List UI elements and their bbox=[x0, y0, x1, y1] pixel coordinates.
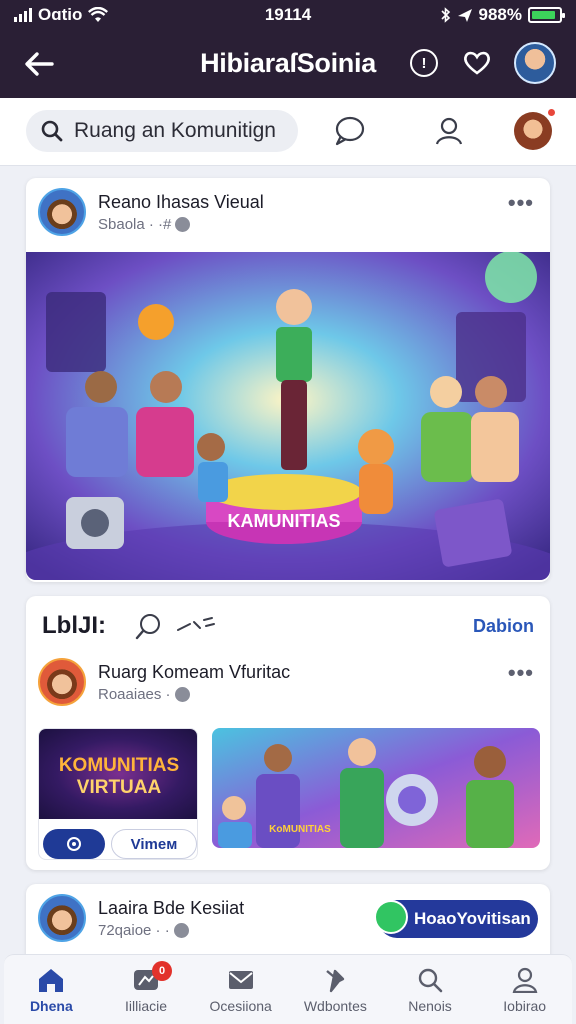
bottom-nav: Dhena 0 Iilliacie Ocesiiona Wdbontes Nen… bbox=[4, 954, 572, 1024]
post-author-name[interactable]: Ruarg Komeam Vfuritac bbox=[98, 662, 290, 683]
nav-notifications[interactable]: 0 Iilliacie bbox=[99, 955, 194, 1024]
chat-icon bbox=[374, 900, 408, 934]
search-bar[interactable] bbox=[26, 110, 298, 152]
post-meta: Roaaiaes · bbox=[98, 686, 171, 703]
app-bar: HibiaraſSoinia ! bbox=[0, 36, 576, 92]
nav-label: Iobirao bbox=[503, 998, 547, 1014]
top-bar: Oɑtio 19114 988% HibiaraſSoinia ! bbox=[0, 0, 576, 98]
search-icon[interactable] bbox=[134, 612, 164, 642]
illustration-caption: KAMUNITIAS bbox=[228, 511, 341, 531]
more-options-icon[interactable]: ••• bbox=[508, 660, 534, 686]
post-meta: Sbaola · ·# bbox=[98, 216, 172, 233]
profile-avatar[interactable] bbox=[514, 112, 552, 150]
notification-dot bbox=[547, 108, 556, 117]
post-header: Ruarg Komeam Vfuritac Roaaiaes · ••• bbox=[38, 658, 538, 708]
nav-label: Ocesiiona bbox=[209, 998, 272, 1014]
nav-search[interactable]: Nenois bbox=[383, 955, 478, 1024]
section-title: LblJI: bbox=[42, 612, 106, 639]
profile-icon[interactable] bbox=[432, 114, 466, 148]
tile-banner: KOMUNITIAS VIRTUAA bbox=[39, 729, 197, 819]
nav-label: Dhena bbox=[29, 998, 73, 1014]
battery-fill bbox=[532, 11, 555, 19]
join-button[interactable]: Vimeм bbox=[111, 829, 197, 859]
post-author-name[interactable]: Reano Ihasas Vieual bbox=[98, 192, 264, 213]
search-icon bbox=[41, 120, 63, 142]
globe-icon bbox=[173, 923, 189, 938]
nav-favorites[interactable]: Wdbontes bbox=[288, 955, 383, 1024]
post-author-avatar[interactable] bbox=[38, 188, 86, 236]
nav-label: Iilliacie bbox=[125, 998, 168, 1014]
chat-bubble-icon[interactable] bbox=[332, 114, 366, 148]
settings-button[interactable] bbox=[43, 829, 105, 859]
search-icon bbox=[418, 968, 443, 993]
more-options-icon[interactable]: ••• bbox=[508, 190, 534, 216]
tile-title-line2: VIRTUAA bbox=[76, 777, 162, 798]
user-avatar[interactable] bbox=[514, 42, 556, 84]
profile-icon bbox=[512, 967, 538, 993]
nav-label: Wdbontes bbox=[303, 998, 367, 1014]
community-banner-image[interactable]: KoMUNITIAS bbox=[212, 728, 540, 848]
section-link[interactable]: Dabion bbox=[473, 616, 534, 637]
section-card: LblJI: Dabion Ruarg Komeam Vfuritac Roaa… bbox=[26, 596, 550, 870]
tile-title-line1: KOMUNITIAS bbox=[58, 755, 180, 776]
nav-profile[interactable]: Iobirao bbox=[477, 955, 572, 1024]
nav-label: Nenois bbox=[408, 998, 452, 1014]
notification-badge: 0 bbox=[152, 961, 172, 981]
message-button[interactable]: HoaoYovitisan bbox=[374, 900, 538, 938]
airplane-icon bbox=[457, 9, 472, 22]
sparkle-icon[interactable] bbox=[174, 614, 216, 638]
heart-icon[interactable] bbox=[462, 50, 492, 76]
battery-percent: 988% bbox=[478, 5, 522, 24]
search-input[interactable] bbox=[74, 119, 284, 143]
message-button-label: HoaoYovitisan bbox=[414, 909, 531, 928]
post-header: Reano Ihasas Vieual Sbaola · ·# ••• bbox=[38, 188, 538, 238]
post-meta: 72qaioe · · bbox=[98, 922, 170, 939]
info-icon[interactable]: ! bbox=[410, 49, 438, 77]
globe-icon bbox=[174, 687, 190, 702]
community-illustration[interactable]: KAMUNITIAS bbox=[26, 252, 550, 580]
bluetooth-icon bbox=[440, 7, 450, 23]
home-icon bbox=[39, 969, 64, 992]
mail-icon bbox=[228, 971, 253, 989]
post-author-avatar[interactable] bbox=[38, 658, 86, 706]
pin-icon bbox=[326, 969, 345, 993]
search-row bbox=[0, 98, 576, 166]
globe-icon bbox=[175, 217, 191, 232]
battery-icon bbox=[528, 7, 565, 23]
post-card: Reano Ihasas Vieual Sbaola · ·# ••• KAMU… bbox=[26, 178, 550, 582]
community-tile[interactable]: KOMUNITIAS VIRTUAA Vimeм bbox=[38, 728, 198, 860]
nav-home[interactable]: Dhena bbox=[4, 955, 99, 1024]
post-author-name[interactable]: Laaira Bde Kesiiat bbox=[98, 898, 244, 919]
banner-caption: KoMUNITIAS bbox=[269, 824, 331, 835]
post-author-avatar[interactable] bbox=[38, 894, 86, 942]
section-header: LblJI: Dabion bbox=[42, 610, 534, 644]
status-bar: Oɑtio 19114 988% bbox=[0, 0, 576, 30]
nav-messages[interactable]: Ocesiiona bbox=[193, 955, 288, 1024]
gear-icon bbox=[67, 837, 81, 851]
